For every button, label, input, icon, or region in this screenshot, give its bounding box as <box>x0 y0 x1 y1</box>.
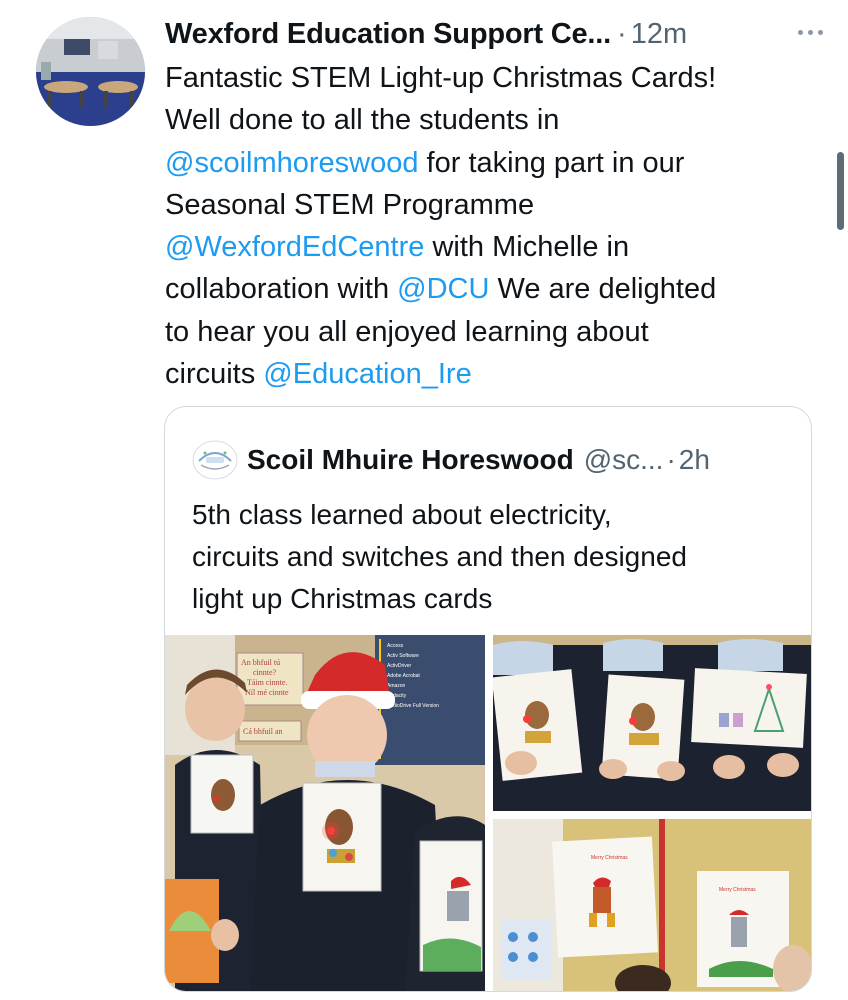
tweet-text-line: Fantastic STEM Light-up Christmas Cards! <box>165 57 815 99</box>
card-text: Merry Christmas <box>591 855 628 861</box>
separator-dot: · <box>617 17 627 50</box>
photo-students-classroom[interactable]: Access Activ Software ActivDriver Adobe … <box>165 635 485 991</box>
quoted-tweet-header: Scoil Mhuire Horeswood @sc... · 2h <box>191 437 710 483</box>
classroom-sign-text: An bhfuil tú <box>241 658 280 667</box>
card-text: Merry Christmas <box>719 887 756 893</box>
quoted-tweet[interactable]: Scoil Mhuire Horeswood @sc... · 2h 5th c… <box>164 406 812 992</box>
classroom-sign-text: cinnte? <box>253 668 277 677</box>
photo-cards-held[interactable] <box>493 635 811 811</box>
tweet-text-line: to hear you all enjoyed learning about <box>165 311 815 353</box>
author-avatar[interactable] <box>36 17 145 126</box>
mention-link[interactable]: @DCU <box>397 273 489 305</box>
quoted-separator-dot: · <box>666 444 676 475</box>
screen-menu-item: ActivDriver <box>387 663 412 669</box>
mention-link[interactable]: @scoilmhoreswood <box>165 147 418 179</box>
screen-menu-item: AudioDrive Full Version <box>387 703 439 709</box>
quoted-text-line: circuits and switches and then designed <box>192 541 687 572</box>
author-name[interactable]: Wexford Education Support Ce... <box>165 18 611 51</box>
quoted-author-name[interactable]: Scoil Mhuire Horeswood <box>247 444 574 476</box>
quoted-timestamp[interactable]: 2h <box>679 444 710 476</box>
classroom-sign-text: Cá bhfuil an <box>243 727 283 736</box>
quoted-author-handle[interactable]: @sc... <box>584 444 664 476</box>
tweet-text-line: @WexfordEdCentre with Michelle in <box>165 226 815 268</box>
quoted-text-line: 5th class learned about electricity, <box>192 499 612 530</box>
tweet-text: Fantastic STEM Light-up Christmas Cards!… <box>165 57 815 395</box>
tweet-text-line: Seasonal STEM Programme <box>165 184 815 226</box>
school-logo-icon <box>192 440 238 480</box>
photo-cards-displayed[interactable]: Merry Christmas Merry Christmas <box>493 819 811 991</box>
tweet-text-line: circuits @Education_Ire <box>165 353 815 395</box>
tweet-header: Wexford Education Support Ce... · 12m <box>165 14 828 54</box>
tweet-text-line: Well done to all the students in <box>165 99 815 141</box>
mention-link[interactable]: @WexfordEdCentre <box>165 231 424 263</box>
screen-menu-item: Activ Software <box>387 653 419 659</box>
tweet-text-segment: to hear you all enjoyed learning about <box>165 315 649 348</box>
tweet-text-segment: Fantastic STEM Light-up Christmas Cards! <box>165 62 717 94</box>
tweet-timestamp[interactable]: 12m <box>631 18 687 51</box>
scrollbar-thumb[interactable] <box>837 152 844 230</box>
screen-menu-item: Adobe Acrobat <box>387 673 420 679</box>
tweet-text-segment: Seasonal STEM Programme <box>165 188 535 221</box>
tweet-text-segment: with Michelle in <box>424 231 630 264</box>
classroom-sign-text: Táim cinnte. <box>247 678 287 687</box>
tweet-text-line: @scoilmhoreswood for taking part in our <box>165 142 815 184</box>
tweet-text-segment: We are delighted <box>489 273 717 306</box>
quoted-tweet-text: 5th class learned about electricity, cir… <box>192 494 802 620</box>
screen-menu-item: Access <box>387 643 404 649</box>
mention-link[interactable]: @Education_Ire <box>263 358 471 390</box>
media-grid: Access Activ Software ActivDriver Adobe … <box>165 635 811 991</box>
screen-menu-item: Amazon <box>387 683 406 689</box>
tweet-text-segment: Well done to all the students in <box>165 104 560 137</box>
more-options-icon[interactable] <box>792 22 828 42</box>
quoted-text-line: light up Christmas cards <box>192 583 493 614</box>
classroom-sign-text: Níl mé cinnte <box>245 688 289 697</box>
tweet-text-segment: collaboration with <box>165 273 398 306</box>
tweet-text-line: collaboration with @DCU We are delighted <box>165 268 815 310</box>
tweet-text-segment: for taking part in our <box>418 146 685 179</box>
tweet-text-segment: circuits <box>165 358 264 391</box>
